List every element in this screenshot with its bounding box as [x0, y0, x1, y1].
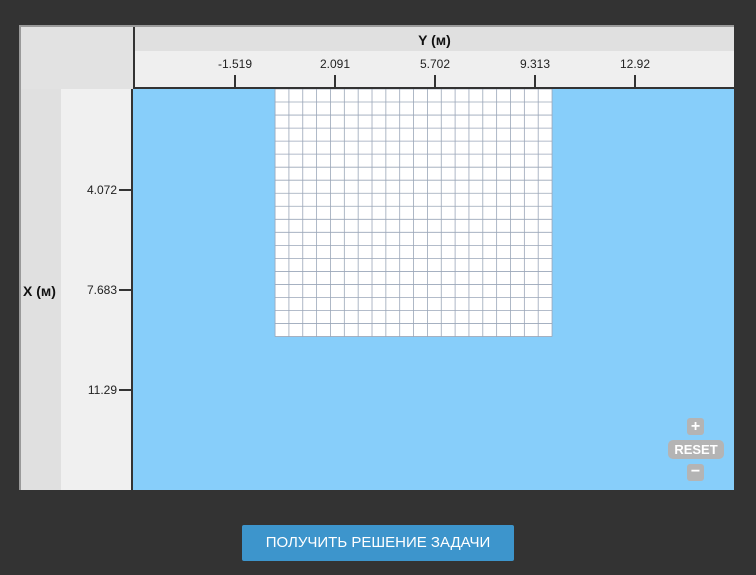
zoom-controls: + RESET − — [668, 418, 724, 482]
y-tick-label: -1.519 — [217, 57, 253, 71]
zoom-reset-button[interactable]: RESET — [668, 440, 724, 459]
zoom-in-button[interactable]: + — [687, 418, 704, 435]
x-tick — [119, 389, 131, 391]
y-tick-label: 5.702 — [419, 57, 451, 71]
mesh-grid — [274, 89, 553, 337]
axis-corner — [21, 27, 133, 89]
y-tick — [534, 75, 536, 87]
y-tick-label: 9.313 — [519, 57, 551, 71]
y-tick-label: 2.091 — [319, 57, 351, 71]
x-tick-label: 7.683 — [86, 283, 117, 297]
y-axis-title: Y (м) — [418, 32, 451, 48]
mesh-viewer: Y (м) -1.519 2.091 5.702 9.313 12.92 X (… — [19, 25, 734, 490]
y-axis: Y (м) -1.519 2.091 5.702 9.313 12.92 — [133, 27, 734, 89]
y-tick — [334, 75, 336, 87]
y-tick — [634, 75, 636, 87]
zoom-out-button[interactable]: − — [687, 464, 704, 481]
y-tick — [434, 75, 436, 87]
x-tick-label: 11.29 — [87, 383, 117, 397]
x-tick — [119, 189, 131, 191]
x-tick — [119, 289, 131, 291]
plot-area[interactable]: + RESET − — [133, 89, 734, 490]
x-tick-label: 4.072 — [86, 183, 117, 197]
x-axis-title: X (м) — [23, 283, 56, 299]
x-axis: X (м) 4.072 7.683 11.29 — [21, 89, 133, 490]
y-tick-label: 12.92 — [619, 57, 651, 71]
get-solution-button[interactable]: ПОЛУЧИТЬ РЕШЕНИЕ ЗАДАЧИ — [242, 525, 514, 561]
y-tick — [234, 75, 236, 87]
